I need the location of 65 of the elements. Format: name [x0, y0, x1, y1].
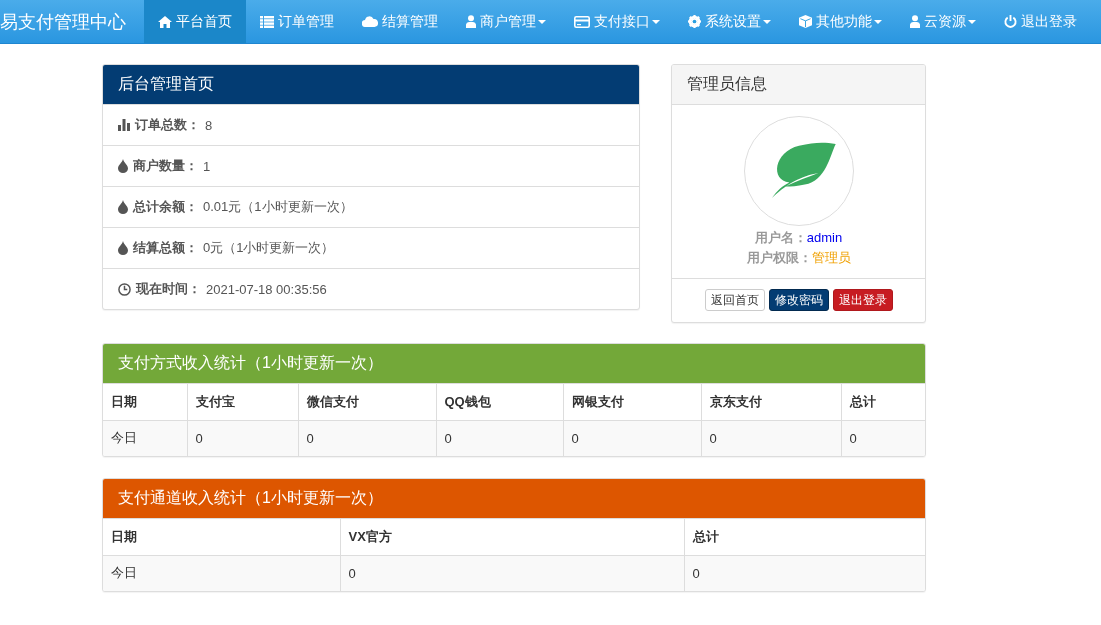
- cube-icon: [799, 15, 812, 28]
- user-icon: [910, 15, 920, 28]
- stat-value: 0.01元（1小时更新一次）: [203, 198, 353, 216]
- stat-label: 订单总数：: [135, 116, 200, 134]
- table-cell: 今日: [103, 555, 340, 591]
- panel-title: 支付通道收入统计（1小时更新一次）: [103, 479, 925, 519]
- column-header: 总计: [684, 519, 925, 555]
- settings-icon: [688, 15, 701, 28]
- table-cell: 0: [187, 420, 298, 456]
- table-cell: 0: [701, 420, 841, 456]
- action-button[interactable]: 修改密码: [768, 289, 829, 311]
- table-cell: 0: [684, 555, 925, 591]
- action-button[interactable]: 返回首页: [704, 289, 765, 311]
- username-text: admin: [806, 230, 843, 245]
- clock-icon: [118, 282, 131, 296]
- table-cell: 0: [298, 420, 436, 456]
- column-header: 网银支付: [563, 384, 701, 420]
- credit-card-icon: [574, 15, 590, 28]
- panel-title: 支付方式收入统计（1小时更新一次）: [103, 344, 925, 384]
- nav-item[interactable]: 平台首页: [144, 0, 246, 43]
- nav-item[interactable]: 其他功能: [785, 0, 896, 43]
- brand-title[interactable]: 易支付管理中心: [0, 0, 144, 43]
- stat-label: 现在时间：: [136, 280, 201, 298]
- table-cell: 今日: [103, 420, 187, 456]
- stat-label: 商户数量：: [133, 157, 198, 175]
- power-icon: [1004, 15, 1017, 28]
- nav-item[interactable]: 退出登录: [990, 0, 1091, 43]
- column-header: 京东支付: [701, 384, 841, 420]
- nav-item[interactable]: 订单管理: [246, 0, 348, 43]
- column-header: 总计: [841, 384, 925, 420]
- field-label: 用户权限：: [746, 250, 812, 265]
- drop-icon: [118, 159, 128, 173]
- table-cell: 0: [563, 420, 701, 456]
- action-button[interactable]: 退出登录: [832, 289, 893, 311]
- column-header: QQ钱包: [436, 384, 563, 420]
- panel-title: 后台管理首页: [103, 65, 639, 105]
- stat-value: 2021-07-18 00:35:56: [206, 281, 327, 297]
- column-header: 微信支付: [298, 384, 436, 420]
- nav-item[interactable]: 系统设置: [674, 0, 785, 43]
- stat-value: 0元（1小时更新一次）: [203, 239, 335, 257]
- nav-item[interactable]: 支付接口: [560, 0, 674, 43]
- drop-icon: [118, 200, 128, 214]
- nav-item[interactable]: 商户管理: [452, 0, 560, 43]
- nav-item[interactable]: 云资源: [896, 0, 990, 43]
- column-header: 日期: [103, 519, 340, 555]
- table-cell: 0: [841, 420, 925, 456]
- role-text: 管理员: [811, 250, 851, 265]
- column-header: 日期: [103, 384, 187, 420]
- nav-item[interactable]: 结算管理: [348, 0, 452, 43]
- stat-value: 1: [203, 158, 211, 174]
- field-label: 用户名：: [754, 230, 807, 245]
- stat-value: 8: [205, 117, 213, 133]
- bar-chart-icon: [118, 119, 130, 131]
- drop-icon: [118, 241, 128, 255]
- table-cell: 0: [340, 555, 684, 591]
- column-header: VX官方: [340, 519, 684, 555]
- stat-label: 总计余额：: [133, 198, 198, 216]
- table-cell: 0: [436, 420, 563, 456]
- column-header: 支付宝: [187, 384, 298, 420]
- cloud-icon: [362, 16, 378, 27]
- panel-title: 管理员信息: [672, 65, 925, 105]
- list-icon: [260, 15, 274, 28]
- home-icon: [158, 15, 172, 28]
- user-icon: [466, 15, 476, 28]
- stat-label: 结算总额：: [133, 239, 198, 257]
